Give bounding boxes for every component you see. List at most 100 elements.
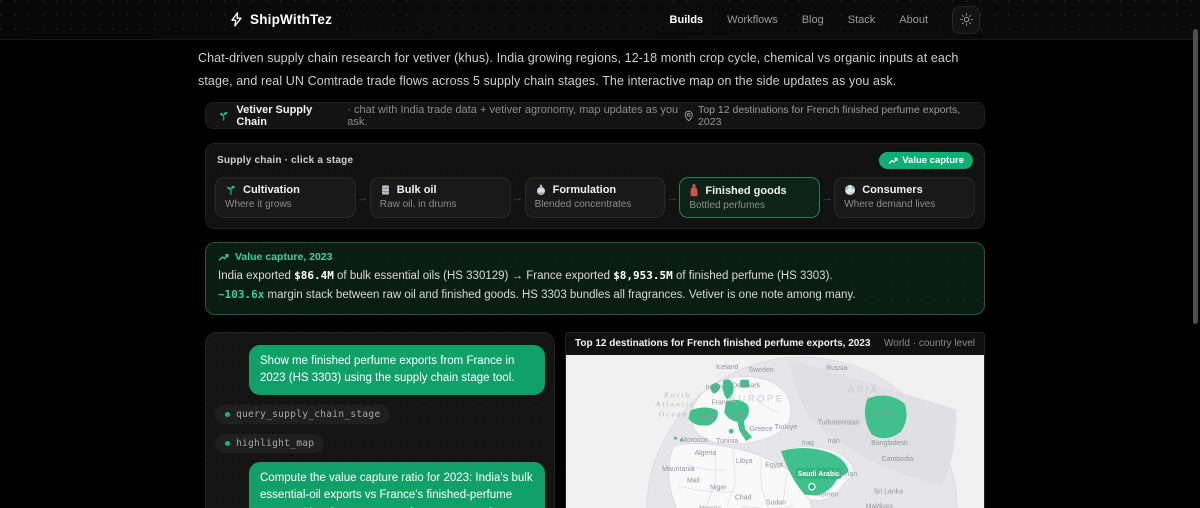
bolt-icon [231, 12, 242, 27]
trending-up-icon [888, 157, 898, 164]
map-label: Sudan [766, 499, 786, 506]
intro-text: Chat-driven supply chain research for ve… [198, 51, 959, 89]
map-label: Iceland [716, 363, 739, 370]
stage-card-finished-goods[interactable]: Finished goods Bottled perfumes [679, 177, 821, 219]
stage-card-subtitle: Where demand lives [844, 199, 936, 211]
map-label: Tunisia [716, 438, 738, 445]
map-label: North [663, 390, 691, 399]
map-label: Turkmenistan [818, 419, 860, 426]
brand-label: ShipWithTez [250, 12, 333, 27]
map-title: Top 12 destinations for French finished … [575, 338, 871, 350]
value-capture-badge[interactable]: Value capture [879, 152, 973, 170]
trending-up-icon [218, 253, 229, 261]
project-info-bar: Vetiver Supply Chain · chat with India t… [205, 102, 985, 130]
oil-drum-icon [381, 185, 389, 195]
map-label: Spain [698, 413, 716, 420]
perfume-bottle-icon [690, 184, 698, 197]
sprout-icon [227, 186, 235, 196]
tool-call-chip: highlight_map [215, 434, 325, 454]
value-capture-callout: Value capture, 2023 India exported $86.4… [205, 242, 985, 315]
island-canary [673, 436, 677, 440]
stage-card-title: Formulation [552, 184, 617, 197]
map-label: Saudi Arabia [798, 470, 840, 477]
map-label: Mali [687, 477, 700, 484]
nav-item-blog[interactable]: Blog [802, 14, 824, 26]
map-label: Ocean [659, 409, 688, 418]
value-capture-heading: Value capture, 2023 [235, 251, 333, 264]
france-export-value: $8,953.5M [613, 269, 673, 283]
map-label: Mauritania [662, 465, 695, 472]
tool-status-dot [225, 412, 230, 418]
value-capture-line-2: ~103.6x margin stack between raw oil and… [218, 287, 856, 301]
map-label: Algeria [695, 450, 717, 457]
map-label: Niger [710, 484, 727, 491]
stage-arrow-icon: → [512, 191, 524, 204]
stage-card-formulation[interactable]: Formulation Blended concentrates [524, 177, 666, 219]
nav-item-workflows[interactable]: Workflows [727, 14, 778, 26]
stage-arrow-icon: → [821, 191, 833, 204]
map-label: Oman [838, 470, 857, 477]
map-label: Sweden [748, 366, 773, 373]
map-label: Denmark [732, 382, 761, 389]
nav-item-stack[interactable]: Stack [848, 14, 876, 26]
map-label: China [872, 410, 890, 417]
nav-item-builds[interactable]: Builds [670, 14, 704, 26]
value-capture-line-1: India exported $86.4M of bulk essential … [218, 269, 833, 283]
stage-card-title: Cultivation [243, 184, 300, 197]
map-label: Turkiye [775, 424, 798, 431]
map-panel: Top 12 destinations for French finished … [565, 331, 985, 508]
map-label: Russia [826, 364, 847, 371]
world-map-canvas[interactable]: Iceland Sweden RussiaIreland DenmarkFranceE… [566, 354, 984, 508]
tool-name-label: highlight_map [236, 438, 315, 450]
sun-icon [959, 13, 973, 26]
margin-multiple-value: ~103.6x [218, 287, 265, 301]
theme-toggle-button[interactable] [952, 5, 980, 34]
map-label: Morocco [681, 437, 708, 444]
stage-card-bulk-oil[interactable]: Bulk oil Raw oil, in drums [369, 177, 511, 219]
map-label: EUROPE [730, 392, 785, 403]
map-label: Libya [736, 458, 753, 465]
user-message-bubble: Compute the value capture ratio for 2023… [249, 462, 545, 508]
stage-card-cultivation[interactable]: Cultivation Where it grows [215, 177, 356, 219]
map-status-text: Top 12 destinations for French finished … [698, 103, 961, 128]
stage-card-subtitle: Raw oil, in drums [379, 199, 457, 211]
tool-call-chip: query_supply_chain_stage [215, 405, 391, 425]
map-label: Bangladesh [871, 440, 908, 447]
island-sardinia [728, 428, 734, 434]
scrollbar-thumb[interactable] [1193, 29, 1198, 324]
flask-icon [536, 185, 545, 196]
map-label: Maldives [866, 503, 894, 508]
tool-status-dot [225, 441, 230, 447]
top-nav: ShipWithTez Builds Workflows Blog Stack … [0, 0, 1200, 40]
globe-icon [845, 185, 856, 196]
project-subtitle: · chat with India trade data + vetiver a… [347, 103, 679, 128]
stage-card-title: Finished goods [705, 184, 787, 197]
map-label: Greece [750, 426, 773, 433]
stage-card-subtitle: Where it grows [225, 199, 292, 211]
chat-panel: Show me finished perfume exports from Fr… [205, 331, 555, 508]
brand[interactable]: ShipWithTez [230, 12, 332, 27]
map-label: Ireland [706, 384, 727, 391]
stage-panel-title: Supply chain · click a stage [217, 155, 354, 167]
chat-messages: Show me finished perfume exports from Fr… [215, 344, 545, 508]
stage-card-title: Consumers [862, 184, 923, 197]
user-message-bubble: Show me finished perfume exports from Fr… [249, 344, 545, 396]
map-pin-icon [684, 110, 693, 122]
page-scrollbar [1193, 0, 1199, 508]
supply-chain-panel: Supply chain · click a stage Value captu… [205, 143, 985, 230]
map-label: Atlantic [655, 399, 696, 408]
stage-card-consumers[interactable]: Consumers Where demand lives [834, 177, 975, 219]
stage-arrow-icon: → [357, 191, 369, 204]
tool-name-label: query_supply_chain_stage [236, 409, 381, 421]
nav-item-about[interactable]: About [899, 14, 928, 26]
map-label: Cambodia [882, 456, 914, 463]
stage-card-subtitle: Bottled perfumes [689, 200, 765, 212]
map-label: Yemen [817, 491, 839, 498]
map-label: Chad [735, 494, 752, 501]
stage-arrow-icon: → [666, 191, 678, 204]
map-label: Iran [828, 438, 840, 445]
stage-card-title: Bulk oil [396, 184, 437, 197]
india-export-value: $86.4M [294, 269, 334, 283]
value-capture-badge-label: Value capture [902, 155, 964, 167]
map-label: ASIA [848, 383, 879, 394]
